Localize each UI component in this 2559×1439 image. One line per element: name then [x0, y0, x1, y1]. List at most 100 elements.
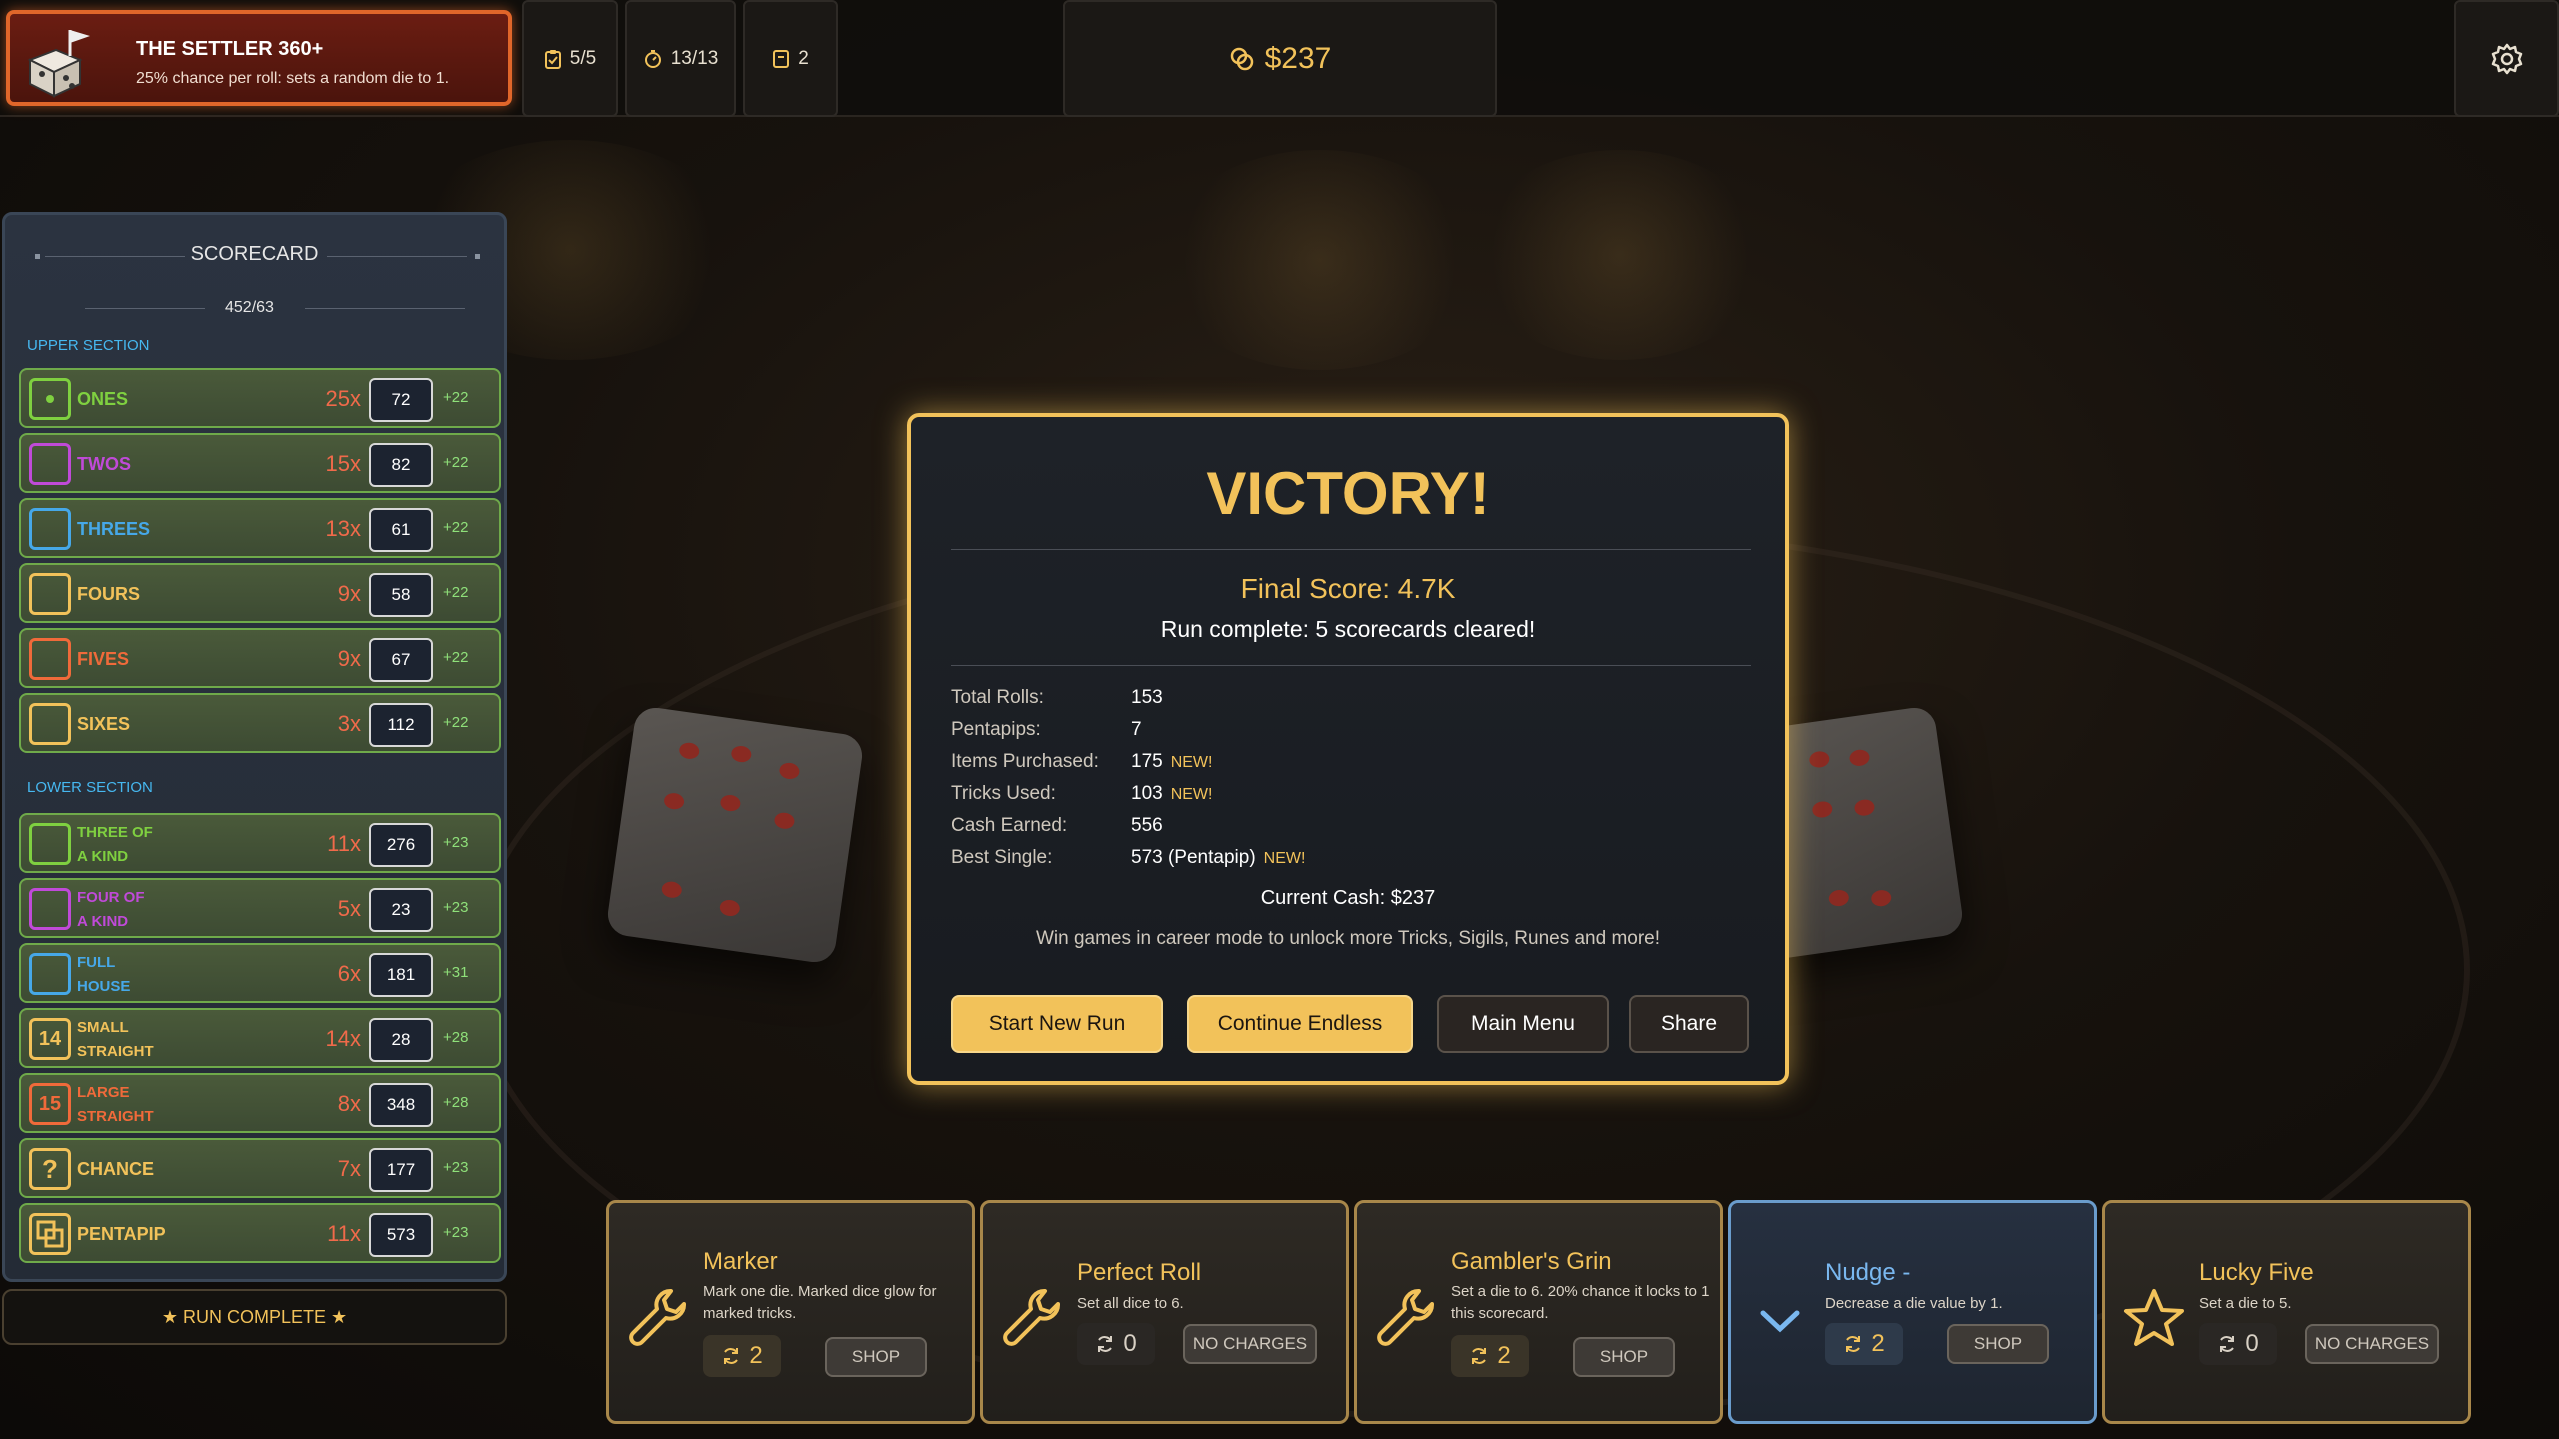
shop-button[interactable]: SHOP [1947, 1324, 2049, 1364]
category-name-line-1: FULL [77, 954, 116, 971]
main-menu-button[interactable]: Main Menu [1437, 995, 1609, 1053]
refresh-icon [724, 1348, 739, 1364]
category-bonus: +22 [443, 454, 469, 471]
category-bonus: +23 [443, 834, 469, 851]
category-name: FOURS [77, 584, 140, 604]
refresh-icon [1098, 1336, 1113, 1352]
trick-charges: 0 [2199, 1323, 2277, 1365]
stat-number: 556 [1131, 815, 1163, 836]
category-name: ONES [77, 389, 129, 409]
new-badge: NEW! [1170, 786, 1213, 803]
score-row-three-of-a-kind[interactable]: THREE OF A KIND 11x 276 +23 [19, 813, 501, 873]
trick-description: Set a die to 5. [2199, 1295, 2292, 1312]
final-score: Final Score: 4.7K [1240, 573, 1456, 604]
score-row-chance[interactable]: ? CHANCE 7x 177 +23 [19, 1138, 501, 1198]
divider [951, 665, 1751, 666]
category-score: 72 [369, 378, 433, 422]
chandelier-glow [1470, 150, 1770, 360]
card-icon [773, 49, 790, 68]
score-row-threes[interactable]: THREES 13x 61 +22 [19, 498, 501, 558]
trick-charges: 2 [1451, 1335, 1529, 1377]
trick-card-nudge[interactable]: Nudge - Decrease a die value by 1. 2 SHO… [1728, 1200, 2097, 1424]
cards-counter: 2 [743, 0, 838, 117]
category-bonus: +22 [443, 519, 469, 536]
table-die [605, 705, 865, 965]
score-row-ones[interactable]: ONES 25x 72 +22 [19, 368, 501, 428]
score-row-large-straight[interactable]: 15 LARGE STRAIGHT 8x 348 +28 [19, 1073, 501, 1133]
stat-value: 556 [1131, 815, 1163, 837]
category-bonus: +28 [443, 1094, 469, 1111]
trick-card-perfect-roll[interactable]: Perfect Roll Set all dice to 6. 0 NO CHA… [980, 1200, 1349, 1424]
pentapip-icon [29, 1213, 71, 1255]
score-row-small-straight[interactable]: 14 SMALL STRAIGHT 14x 28 +28 [19, 1008, 501, 1068]
active-sigil[interactable]: THE SETTLER 360+ 25% chance per roll: se… [6, 10, 512, 106]
timer-value: 13/13 [670, 47, 719, 69]
clipboard-icon [544, 49, 561, 69]
category-name: PENTAPIP [77, 1224, 166, 1244]
stat-number: 7 [1131, 719, 1142, 740]
score-row-fours[interactable]: FOURS 9x 58 +22 [19, 563, 501, 623]
die-face-6-icon [29, 703, 71, 745]
coins-icon [1230, 47, 1253, 70]
small-straight-icon: 14 [29, 1018, 71, 1060]
gear-icon [2491, 43, 2522, 74]
category-name-line-1: FOUR OF [77, 889, 145, 906]
settings-button[interactable] [2454, 0, 2559, 117]
score-row-full-house[interactable]: FULL HOUSE 6x 181 +31 [19, 943, 501, 1003]
stat-label: Best Single: [951, 847, 1053, 868]
stat-number: 103 [1131, 783, 1163, 804]
trick-card-marker[interactable]: Marker Mark one die. Marked dice glow fo… [606, 1200, 975, 1424]
shop-button[interactable]: SHOP [825, 1337, 927, 1377]
dice-stack-icon [29, 823, 71, 865]
chandelier-glow [1160, 150, 1480, 370]
shop-button[interactable]: SHOP [1573, 1337, 1675, 1377]
category-name-line-1: LARGE [77, 1084, 130, 1101]
divider [85, 308, 205, 309]
category-bonus: +23 [443, 1159, 469, 1176]
wrench-icon [629, 1289, 686, 1346]
divider [951, 549, 1751, 550]
charge-count: 2 [749, 1342, 763, 1369]
charge-count: 0 [2245, 1330, 2259, 1357]
stat-label: Items Purchased: [951, 751, 1099, 772]
pentapip-glyph-icon [36, 1220, 64, 1248]
share-button[interactable]: Share [1629, 995, 1749, 1053]
category-name: SIXES [77, 714, 131, 734]
category-bonus: +28 [443, 1029, 469, 1046]
trick-charges: 2 [1825, 1323, 1903, 1365]
trick-name: Perfect Roll [1077, 1259, 1202, 1286]
category-multiplier: 8x [337, 1091, 361, 1116]
wrench-icon [1377, 1289, 1434, 1346]
score-row-sixes[interactable]: SIXES 3x 112 +22 [19, 693, 501, 753]
flag-die-icon [27, 30, 90, 98]
continue-endless-button[interactable]: Continue Endless [1187, 995, 1413, 1053]
refresh-icon [1472, 1348, 1487, 1364]
no-charges-button[interactable]: NO CHARGES [2305, 1324, 2439, 1364]
category-score: 67 [369, 638, 433, 682]
score-row-twos[interactable]: TWOS 15x 82 +22 [19, 433, 501, 493]
trick-card-gamblers-grin[interactable]: Gambler's Grin Set a die to 6. 20% chanc… [1354, 1200, 1723, 1424]
new-badge: NEW! [1170, 754, 1213, 771]
die-face-5-icon [29, 638, 71, 680]
category-name: CHANCE [77, 1159, 155, 1179]
stat-value: 153 [1131, 687, 1163, 709]
category-multiplier: 11x [327, 1221, 361, 1246]
cash-display: $237 [1063, 0, 1497, 117]
start-new-run-button[interactable]: Start New Run [951, 995, 1163, 1053]
charge-count: 2 [1871, 1330, 1885, 1357]
score-row-pentapip[interactable]: PENTAPIP 11x 573 +23 [19, 1203, 501, 1263]
stopwatch-icon [644, 49, 661, 68]
category-score: 112 [369, 703, 433, 747]
stat-label: Cash Earned: [951, 815, 1068, 836]
scorecard-title: SCORECARD [190, 243, 319, 265]
no-charges-button[interactable]: NO CHARGES [1183, 1324, 1317, 1364]
score-row-four-of-a-kind[interactable]: FOUR OF A KIND 5x 23 +23 [19, 878, 501, 938]
current-cash: Current Cash: $237 [1260, 887, 1436, 909]
score-row-fives[interactable]: FIVES 9x 67 +22 [19, 628, 501, 688]
category-bonus: +23 [443, 1224, 469, 1241]
charge-count: 2 [1497, 1342, 1511, 1369]
category-score: 82 [369, 443, 433, 487]
stat-value: 175 NEW! [1131, 751, 1212, 773]
cash-value: $237 [1264, 41, 1332, 75]
trick-card-lucky-five[interactable]: Lucky Five Set a die to 5. 0 NO CHARGES [2102, 1200, 2471, 1424]
